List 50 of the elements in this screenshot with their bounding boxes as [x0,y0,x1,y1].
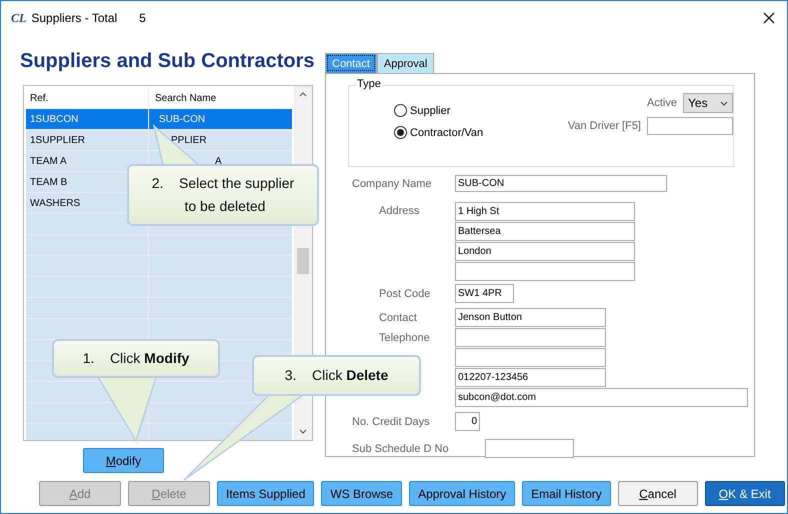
input-field[interactable] [455,348,606,367]
active-dropdown[interactable]: Yes [683,93,733,113]
input-field[interactable]: 0 [455,412,480,431]
field-label: Van Driver [F5] [568,120,641,132]
input-field[interactable] [647,117,733,135]
field-label: Company Name [351,178,432,190]
field-label: No. Credit Days [351,416,431,428]
supplier-count: 5 [139,11,146,25]
action-button[interactable]: Approval History [409,481,516,506]
window-title: Suppliers - Total [31,11,118,25]
input-field[interactable]: SUB-CON [455,175,667,192]
input-field[interactable]: London [455,242,635,261]
input-field[interactable]: SW1 4PR [455,284,514,303]
column-header[interactable]: Search Name [149,87,292,109]
supplier-row[interactable]: 1SUPPLIER PPLIER [26,130,292,151]
field-label: Post Code [378,288,432,300]
field-label: Address [378,204,420,217]
close-icon[interactable] [763,12,775,24]
input-field[interactable]: Battersea [455,222,635,241]
app-logo: CL [11,10,26,26]
action-button[interactable]: Items Supplied [217,481,314,506]
field-label: Telephone [379,332,430,344]
scroll-thumb[interactable] [297,248,309,274]
input-field[interactable]: Jenson Button [455,308,606,327]
scroll-up-icon[interactable] [299,92,307,97]
callout-tooltip: 1. Click Modify [52,339,220,378]
modify-button[interactable]: Modify [83,448,164,473]
radio-option[interactable]: Supplier [394,104,538,117]
input-field[interactable]: subcon@dot.com [455,388,748,407]
input-field[interactable]: 1 High St [455,202,635,221]
page-heading: Suppliers and Sub Contractors [20,50,313,74]
supplier-row[interactable]: 1SUBCON SUB-CON [26,109,292,130]
field-label: Sub Schedule D No [351,442,450,454]
group-title: Type [356,78,382,90]
input-field[interactable] [485,439,574,458]
action-button[interactable]: Email History [522,481,611,506]
tab[interactable]: Approval [376,53,434,73]
scroll-down-icon[interactable] [299,429,307,434]
input-field[interactable] [455,328,606,347]
action-button[interactable]: Cancel [618,481,698,506]
action-button[interactable]: OK & Exit [704,481,785,506]
caret-icon [720,100,728,106]
input-field[interactable]: 012207-123456 [455,368,606,387]
callout-tooltip: 3. Click Delete [252,355,421,396]
field-label: Active [647,97,677,109]
radio-option[interactable]: Contractor/Van [394,126,538,139]
field-label: Contact [379,312,417,324]
input-field[interactable] [455,262,635,281]
action-button[interactable]: WS Browse [321,481,402,506]
callout-tooltip: 2. Select the supplier to be deleted [127,164,319,226]
